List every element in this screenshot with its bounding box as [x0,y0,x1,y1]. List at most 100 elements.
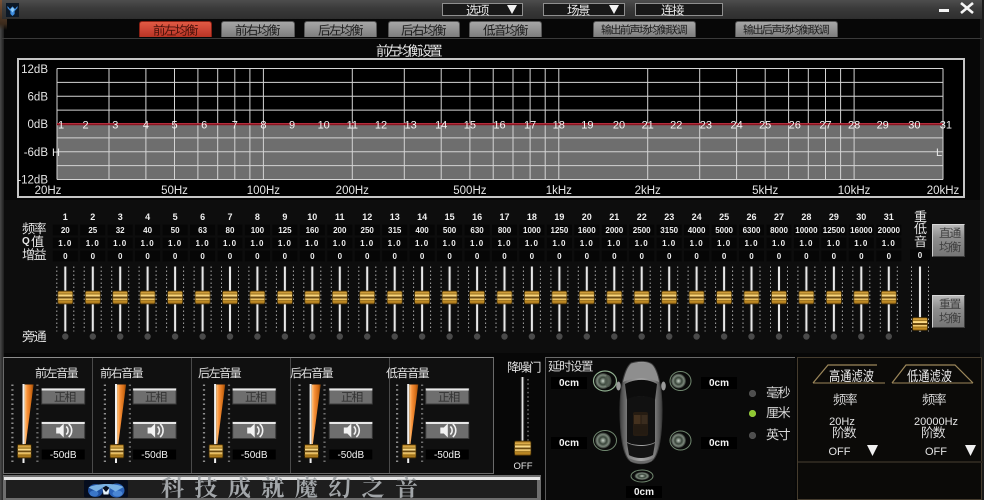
svg-text:15: 15 [445,212,455,222]
svg-text:3: 3 [112,120,118,132]
svg-text:0: 0 [804,252,809,261]
svg-text:1.0: 1.0 [799,239,813,248]
svg-text:14: 14 [417,212,427,222]
svg-text:1.0: 1.0 [415,239,429,248]
svg-text:0: 0 [887,252,892,261]
svg-text:1.0: 1.0 [744,239,758,248]
svg-text:1.0: 1.0 [388,239,402,248]
svg-text:8000: 8000 [770,226,788,235]
svg-text:0: 0 [832,252,837,261]
svg-text:1.0: 1.0 [196,239,210,248]
svg-text:5: 5 [173,212,178,222]
svg-text:13: 13 [390,212,400,222]
svg-text:0: 0 [667,252,672,261]
svg-text:1.0: 1.0 [443,239,457,248]
svg-text:0: 0 [475,252,480,261]
svg-text:29: 29 [829,212,839,222]
svg-text:0: 0 [557,252,562,261]
svg-text:10: 10 [318,120,330,132]
svg-text:0: 0 [749,252,754,261]
svg-text:0: 0 [63,252,68,261]
svg-text:200: 200 [333,226,347,235]
svg-text:400: 400 [415,226,429,235]
svg-text:12dB: 12dB [21,64,48,76]
svg-text:1.0: 1.0 [113,239,127,248]
svg-text:31: 31 [940,120,952,132]
svg-text:1.0: 1.0 [607,239,621,248]
svg-text:1.0: 1.0 [827,239,841,248]
svg-text:1250: 1250 [551,226,569,235]
svg-text:25: 25 [719,212,729,222]
svg-text:26: 26 [746,212,756,222]
svg-text:12500: 12500 [823,226,846,235]
svg-text:6dB: 6dB [28,91,49,103]
svg-text:9: 9 [289,120,295,132]
svg-text:7: 7 [232,120,238,132]
svg-text:0: 0 [530,252,535,261]
svg-text:6: 6 [200,212,205,222]
svg-text:1.0: 1.0 [141,239,155,248]
svg-text:23: 23 [700,120,712,132]
svg-text:29: 29 [877,120,889,132]
svg-text:0: 0 [338,252,343,261]
svg-text:0: 0 [612,252,617,261]
svg-text:2kHz: 2kHz [635,185,661,197]
svg-text:0: 0 [200,252,205,261]
svg-text:63: 63 [198,226,207,235]
svg-text:27: 27 [774,212,784,222]
svg-text:6300: 6300 [743,226,761,235]
svg-text:0: 0 [918,251,923,260]
svg-text:1.0: 1.0 [772,239,786,248]
svg-text:-50dB: -50dB [50,450,77,461]
svg-text:1.0: 1.0 [223,239,237,248]
svg-text:20: 20 [613,120,625,132]
svg-text:1.0: 1.0 [635,239,649,248]
svg-text:9: 9 [282,212,287,222]
svg-text:1.0: 1.0 [333,239,347,248]
svg-text:1.0: 1.0 [580,239,594,248]
svg-text:0: 0 [694,252,699,261]
svg-text:17: 17 [499,212,509,222]
svg-text:30: 30 [908,120,920,132]
svg-text:-50dB: -50dB [241,450,268,461]
svg-text:23: 23 [664,212,674,222]
svg-text:0: 0 [502,252,507,261]
svg-text:16: 16 [493,120,505,132]
svg-text:0: 0 [310,252,315,261]
svg-text:1.0: 1.0 [854,239,868,248]
svg-text:26: 26 [789,120,801,132]
svg-text:1.0: 1.0 [497,239,511,248]
svg-text:50: 50 [171,226,180,235]
svg-text:19: 19 [581,120,593,132]
svg-text:11: 11 [347,120,358,132]
svg-text:5: 5 [171,120,177,132]
svg-text:12: 12 [375,120,387,132]
svg-text:21: 21 [609,212,619,222]
svg-text:0dB: 0dB [28,119,49,131]
svg-text:1.0: 1.0 [58,239,72,248]
svg-text:0: 0 [392,252,397,261]
svg-text:20: 20 [582,212,592,222]
svg-text:80: 80 [226,226,235,235]
svg-text:25: 25 [759,120,771,132]
svg-text:10: 10 [307,212,317,222]
svg-text:5000: 5000 [715,226,733,235]
svg-text:500: 500 [443,226,457,235]
svg-text:0: 0 [639,252,644,261]
svg-text:17: 17 [524,120,536,132]
svg-text:11: 11 [335,212,345,222]
svg-text:0: 0 [91,252,96,261]
svg-text:1.0: 1.0 [717,239,731,248]
svg-text:1.0: 1.0 [470,239,484,248]
svg-text:315: 315 [388,226,402,235]
svg-text:250: 250 [361,226,375,235]
svg-text:32: 32 [116,226,125,235]
svg-text:-6dB: -6dB [24,147,49,159]
svg-text:2: 2 [83,120,89,132]
svg-text:1.0: 1.0 [882,239,896,248]
svg-text:20: 20 [61,226,70,235]
svg-text:25: 25 [88,226,97,235]
svg-text:22: 22 [670,120,682,132]
svg-text:0: 0 [859,252,864,261]
svg-text:0: 0 [722,252,727,261]
